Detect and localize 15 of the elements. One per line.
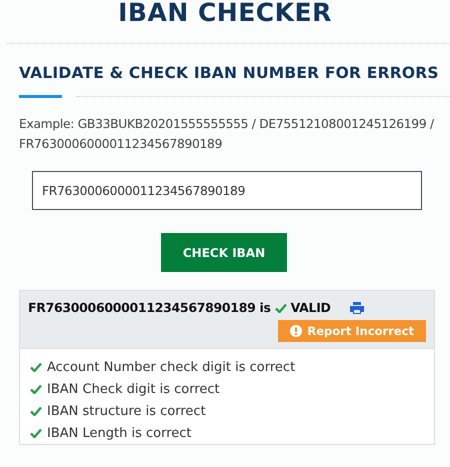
print-icon[interactable] <box>348 300 365 314</box>
result-is-text: is <box>260 300 271 315</box>
check-iban-button[interactable]: CHECK IBAN <box>161 233 287 272</box>
result-status: VALID <box>290 300 331 315</box>
check-result-text: IBAN Check digit is correct <box>47 382 220 396</box>
exclamation-icon <box>290 325 302 337</box>
example-text: Example: GB33BUKB20201555555555 / DE75512108001245126199 / FR7630006000011234567890189 <box>19 116 436 153</box>
result-iban: FR7630006000011234567890189 <box>28 300 256 315</box>
iban-input-field[interactable]: FR7630006000011234567890189 <box>32 171 422 210</box>
page-title: IBAN CHECKER <box>117 0 333 26</box>
section-heading: VALIDATE & CHECK IBAN NUMBER FOR ERRORS <box>19 64 440 82</box>
check-result-text: IBAN Length is correct <box>47 426 192 440</box>
check-result-text: Account Number check digit is correct <box>47 360 296 374</box>
check-result-text: IBAN structure is correct <box>47 404 206 418</box>
heading-underline <box>19 95 62 98</box>
